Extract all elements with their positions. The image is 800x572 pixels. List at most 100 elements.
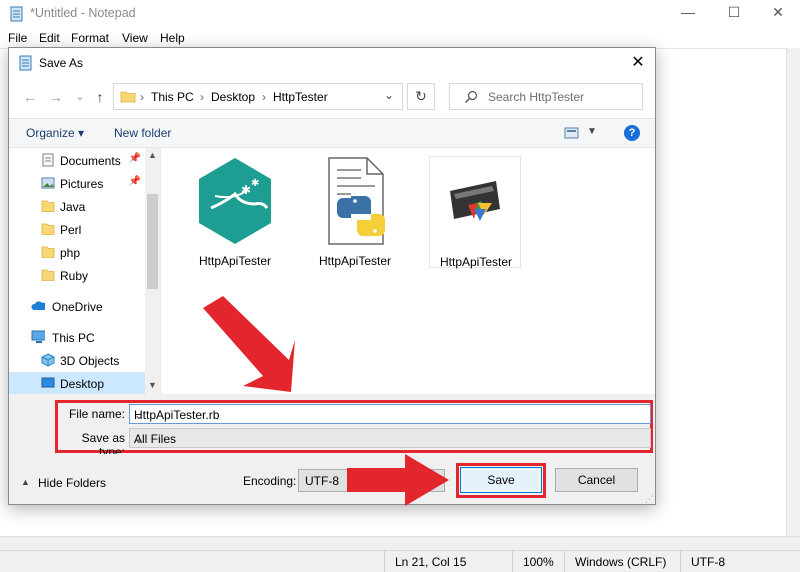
nav-item-label: This PC: [52, 331, 95, 345]
search-box[interactable]: Search HttpTester: [449, 83, 643, 110]
chevron-down-icon[interactable]: ⌄: [134, 408, 646, 422]
menu-file[interactable]: File: [8, 31, 27, 45]
forward-arrow-icon[interactable]: →: [47, 88, 65, 106]
address-segment-this-pc[interactable]: This PC: [151, 90, 194, 104]
address-separator: ›: [262, 90, 266, 104]
file-name: HttpApiTester: [198, 254, 272, 268]
notepad-horizontal-scrollbar[interactable]: [0, 536, 800, 550]
documents-icon: [42, 153, 54, 167]
menu-format[interactable]: Format: [71, 31, 109, 45]
file-item[interactable]: ✱ ✱ HttpApiTester: [189, 156, 281, 268]
up-arrow-icon[interactable]: ↑: [91, 88, 109, 106]
file-name: HttpApiTester: [318, 254, 392, 268]
minimize-button[interactable]: —: [678, 4, 698, 22]
address-separator: ›: [140, 90, 144, 104]
notepad-titlebar: *Untitled - Notepad — ☐ ✕: [0, 0, 800, 28]
status-position: Ln 21, Col 15: [384, 551, 512, 572]
menu-help[interactable]: Help: [160, 31, 185, 45]
folder-icon: [41, 246, 55, 258]
dialog-titlebar: Save As ✕: [9, 48, 655, 78]
annotation-arrow-icon: [203, 296, 295, 392]
search-icon: [465, 90, 478, 103]
address-separator: ›: [200, 90, 204, 104]
executable-file-icon: [450, 181, 500, 221]
nav-item-label: Pictures: [60, 177, 104, 191]
file-name-label: File name:: [68, 407, 125, 421]
pin-icon: 📌: [128, 153, 141, 164]
new-folder-button[interactable]: New folder: [114, 126, 171, 140]
folder-icon: [41, 223, 55, 235]
navigation-pane: Documents 📌 Pictures 📌 Java Perl php Rub…: [9, 148, 161, 395]
nav-item-label: Ruby: [60, 269, 89, 283]
view-options-icon[interactable]: [564, 127, 580, 140]
chevron-up-icon[interactable]: ▲: [21, 477, 30, 487]
address-bar[interactable]: › This PC › Desktop › HttpTester ⌄: [113, 83, 403, 110]
cancel-button[interactable]: Cancel: [555, 468, 638, 492]
save-as-dialog: Save As ✕ ← → ⌄ ↑ › This PC › Desktop › …: [8, 47, 656, 506]
nav-item-label: Java: [60, 200, 86, 214]
notepad-statusbar: Ln 21, Col 15 100% Windows (CRLF) UTF-8: [0, 550, 800, 572]
nav-item-desktop[interactable]: Desktop: [9, 372, 145, 395]
nav-item-pictures[interactable]: Pictures 📌: [9, 172, 145, 195]
save-button[interactable]: Save: [460, 467, 542, 493]
address-segment-httptester[interactable]: HttpTester: [273, 90, 328, 104]
recent-chevron-icon[interactable]: ⌄: [71, 88, 89, 106]
pin-icon: 📌: [128, 176, 141, 187]
encoding-label: Encoding:: [243, 474, 297, 488]
refresh-icon[interactable]: ↻: [407, 83, 435, 110]
status-encoding: UTF-8: [680, 551, 800, 572]
address-segment-desktop[interactable]: Desktop: [211, 90, 255, 104]
menu-edit[interactable]: Edit: [39, 31, 60, 45]
file-item[interactable]: HttpApiTester: [429, 156, 521, 269]
python-file-icon: [328, 157, 385, 245]
svg-text:✱: ✱: [241, 183, 251, 197]
help-icon[interactable]: ?: [624, 125, 640, 141]
save-type-select[interactable]: All Files ⌄: [129, 428, 651, 448]
nav-item-ruby[interactable]: Ruby: [9, 264, 145, 287]
notepad-icon: [19, 55, 32, 71]
nav-item-onedrive[interactable]: OneDrive: [9, 295, 145, 318]
resize-grip-icon[interactable]: ⋰: [645, 494, 655, 504]
nav-item-3d-objects[interactable]: 3D Objects: [9, 349, 145, 372]
nav-item-java[interactable]: Java: [9, 195, 145, 218]
scroll-down-icon[interactable]: ▼: [148, 380, 157, 390]
maximize-button[interactable]: ☐: [724, 4, 744, 22]
scroll-up-icon[interactable]: ▲: [148, 150, 157, 160]
notepad-icon: [10, 6, 23, 22]
view-dropdown-icon[interactable]: ▼: [587, 126, 597, 137]
nav-item-label: OneDrive: [52, 300, 103, 314]
notepad-vertical-scrollbar[interactable]: [786, 48, 800, 536]
pictures-icon: [41, 177, 55, 189]
nav-item-label: Documents: [60, 154, 121, 168]
onedrive-icon: [31, 301, 45, 310]
nav-item-this-pc[interactable]: This PC: [9, 326, 145, 349]
nav-item-label: Perl: [60, 223, 82, 237]
nav-item-label: Desktop: [60, 377, 105, 391]
nav-item-perl[interactable]: Perl: [9, 218, 145, 241]
3d-objects-icon: [41, 353, 55, 367]
status-line-ending: Windows (CRLF): [564, 551, 680, 572]
nav-item-label: php: [60, 246, 81, 260]
search-placeholder: Search HttpTester: [488, 90, 585, 104]
nav-pane-scroll-thumb[interactable]: [147, 194, 158, 289]
nav-item-documents[interactable]: Documents 📌: [9, 149, 145, 172]
dialog-toolbar: Organize ▾ New folder ▼ ?: [9, 118, 655, 148]
chevron-down-icon[interactable]: ⌄: [134, 432, 646, 446]
dialog-title: Save As: [39, 56, 84, 70]
desktop-icon: [41, 377, 55, 388]
file-item[interactable]: HttpApiTester: [309, 156, 401, 268]
nav-item-php[interactable]: php: [9, 241, 145, 264]
organize-button[interactable]: Organize ▾: [26, 126, 84, 140]
folder-icon: [41, 269, 55, 281]
dialog-close-button[interactable]: ✕: [627, 52, 649, 74]
address-dropdown-icon[interactable]: ⌄: [384, 88, 394, 102]
close-window-button[interactable]: ✕: [768, 4, 788, 22]
back-arrow-icon[interactable]: ←: [21, 88, 39, 106]
folder-icon: [41, 200, 55, 212]
menu-view[interactable]: View: [122, 31, 148, 45]
folder-icon: [120, 91, 136, 103]
navigation-bar: ← → ⌄ ↑ › This PC › Desktop › HttpTester…: [9, 78, 655, 116]
nav-item-label: 3D Objects: [60, 354, 120, 368]
hide-folders-button[interactable]: Hide Folders: [38, 476, 106, 490]
file-name-input[interactable]: HttpApiTester.rb ⌄: [129, 404, 651, 424]
